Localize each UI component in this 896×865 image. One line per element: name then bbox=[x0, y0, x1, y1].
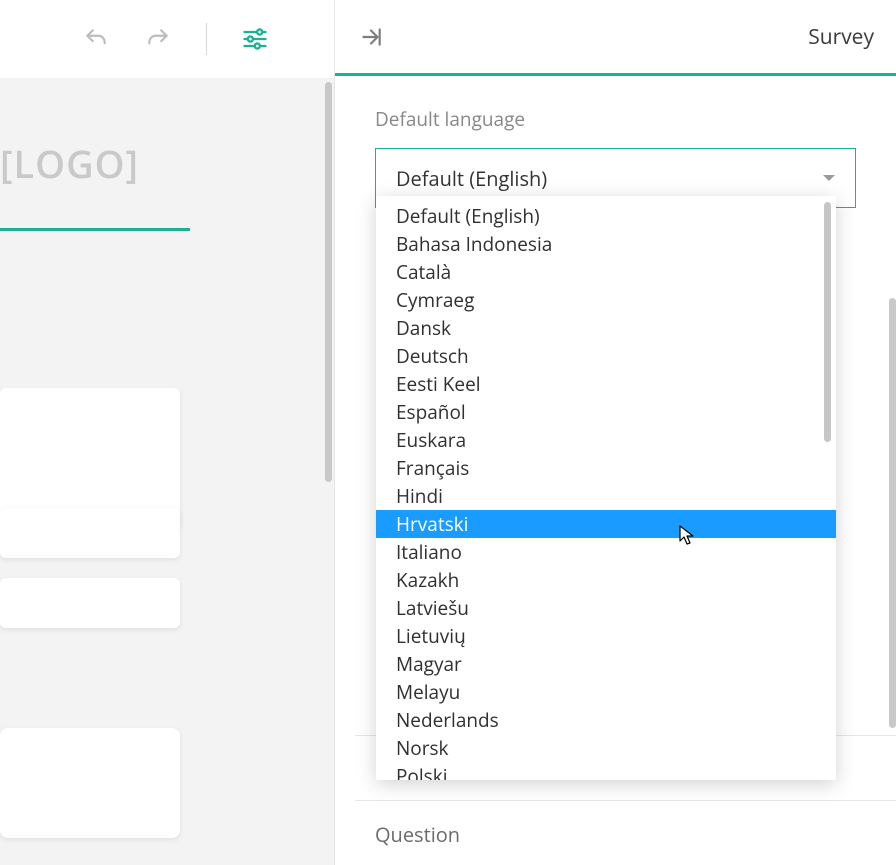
language-option[interactable]: Nederlands bbox=[376, 706, 836, 734]
language-option[interactable]: Français bbox=[376, 454, 836, 482]
language-option[interactable]: Català bbox=[376, 258, 836, 286]
language-option[interactable]: Dansk bbox=[376, 314, 836, 342]
settings-icon[interactable] bbox=[239, 23, 271, 55]
section-question[interactable]: Question bbox=[355, 800, 896, 865]
chevron-down-icon bbox=[823, 175, 835, 181]
select-value: Default (English) bbox=[396, 165, 547, 192]
design-surface[interactable]: [LOGO] bbox=[0, 78, 334, 865]
language-option[interactable]: Norsk bbox=[376, 734, 836, 762]
survey-element-card[interactable] bbox=[0, 388, 180, 528]
left-scrollbar[interactable] bbox=[325, 82, 332, 482]
language-dropdown[interactable]: Default (English)Bahasa IndonesiaCatalàC… bbox=[376, 196, 836, 780]
default-language-label: Default language bbox=[375, 106, 856, 132]
redo-button[interactable] bbox=[142, 23, 174, 55]
survey-element-card[interactable] bbox=[0, 728, 180, 838]
properties-header: Survey bbox=[335, 0, 896, 76]
language-option[interactable]: Hindi bbox=[376, 482, 836, 510]
survey-element-card[interactable] bbox=[0, 508, 180, 558]
language-option[interactable]: Euskara bbox=[376, 426, 836, 454]
language-option[interactable]: Melayu bbox=[376, 678, 836, 706]
language-option[interactable]: Default (English) bbox=[376, 202, 836, 230]
language-option[interactable]: Deutsch bbox=[376, 342, 836, 370]
toolbar-separator bbox=[206, 23, 207, 55]
language-option[interactable]: Magyar bbox=[376, 650, 836, 678]
dropdown-list: Default (English)Bahasa IndonesiaCatalàC… bbox=[376, 196, 836, 780]
title-underline bbox=[0, 228, 190, 231]
left-toolbar bbox=[0, 0, 334, 78]
language-option[interactable]: Cymraeg bbox=[376, 286, 836, 314]
language-option[interactable]: Español bbox=[376, 398, 836, 426]
language-option[interactable]: Latviešu bbox=[376, 594, 836, 622]
left-panel: [LOGO] bbox=[0, 0, 335, 865]
language-option[interactable]: Lietuvių bbox=[376, 622, 836, 650]
panel-title: Survey bbox=[808, 23, 874, 51]
logo-placeholder: [LOGO] bbox=[0, 138, 139, 190]
collapse-panel-button[interactable] bbox=[355, 21, 387, 53]
language-option[interactable]: Hrvatski bbox=[376, 510, 836, 538]
language-option[interactable]: Italiano bbox=[376, 538, 836, 566]
dropdown-inner: Default (English)Bahasa IndonesiaCatalàC… bbox=[376, 196, 836, 780]
survey-element-card[interactable] bbox=[0, 578, 180, 628]
language-option[interactable]: Eesti Keel bbox=[376, 370, 836, 398]
language-option[interactable]: Kazakh bbox=[376, 566, 836, 594]
right-scrollbar[interactable] bbox=[889, 298, 896, 728]
section-question-label: Question bbox=[375, 821, 460, 848]
language-option[interactable]: Polski bbox=[376, 762, 836, 780]
dropdown-scrollbar[interactable] bbox=[824, 202, 831, 442]
language-option[interactable]: Bahasa Indonesia bbox=[376, 230, 836, 258]
undo-button[interactable] bbox=[80, 23, 112, 55]
